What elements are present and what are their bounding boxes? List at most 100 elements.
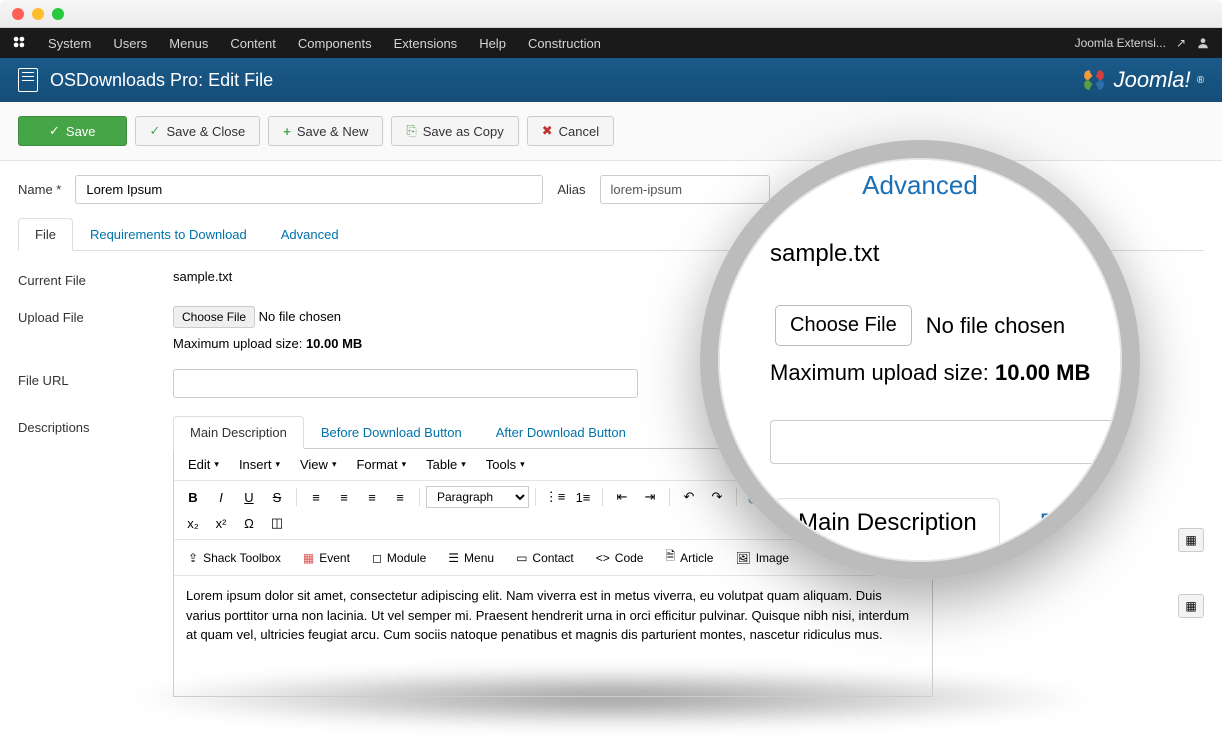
mag-no-file-text: No file chosen xyxy=(926,313,1065,339)
mag-max-upload-value: 10.00 MB xyxy=(995,360,1090,385)
editor-menu-edit[interactable]: Edit▾ xyxy=(180,453,227,476)
article-button[interactable]: 🗎Article xyxy=(657,544,721,571)
upload-file-label: Upload File xyxy=(18,306,173,351)
max-upload-label: Maximum upload size: xyxy=(173,336,306,351)
page-title-bar: OSDownloads Pro: Edit File Joomla!® xyxy=(0,58,1222,102)
tab-file[interactable]: File xyxy=(18,218,73,251)
module-button[interactable]: ◻Module xyxy=(364,544,434,571)
page-title: OSDownloads Pro: Edit File xyxy=(50,70,273,91)
mag-url-input[interactable] xyxy=(770,420,1120,464)
module-icon: ◻ xyxy=(372,551,382,565)
external-link-icon[interactable]: ↗ xyxy=(1176,36,1186,50)
outdent-icon[interactable]: ⇤ xyxy=(609,485,635,509)
menu-menus[interactable]: Menus xyxy=(169,36,208,51)
editor-menu-insert[interactable]: Insert▾ xyxy=(231,453,288,476)
editor-menu-format[interactable]: Format▾ xyxy=(348,453,414,476)
site-name-link[interactable]: Joomla Extensi... xyxy=(1075,36,1166,50)
mag-advanced-tab: Advanced xyxy=(862,170,978,201)
mac-zoom-dot[interactable] xyxy=(52,8,64,20)
save-copy-button[interactable]: ⎘ Save as Copy xyxy=(391,116,518,146)
image-icon: 🖼 xyxy=(735,551,750,565)
name-label: Name * xyxy=(18,182,61,197)
image-button[interactable]: 🖼Image xyxy=(727,544,797,571)
choose-file-button[interactable]: Choose File xyxy=(173,306,255,328)
calendar-icon[interactable]: ▦ xyxy=(1178,528,1204,552)
cancel-button[interactable]: ✖ Cancel xyxy=(527,116,614,146)
align-center-icon[interactable]: ≡ xyxy=(331,485,357,509)
subtab-after-download[interactable]: After Download Button xyxy=(479,416,643,449)
descriptions-label: Descriptions xyxy=(18,416,173,697)
align-justify-icon[interactable]: ≡ xyxy=(387,485,413,509)
alias-input[interactable] xyxy=(600,175,770,204)
readmore-icon[interactable]: ◫ xyxy=(264,511,290,535)
subscript-icon[interactable]: x₂ xyxy=(180,511,206,535)
file-url-label: File URL xyxy=(18,369,173,398)
plus-icon: + xyxy=(283,124,291,139)
mag-sample-filename: sample.txt xyxy=(770,240,879,268)
max-upload-value: 10.00 MB xyxy=(306,336,362,351)
check-icon: ✓ xyxy=(150,123,161,139)
mac-minimize-dot[interactable] xyxy=(32,8,44,20)
current-file-label: Current File xyxy=(18,269,173,288)
tab-requirements[interactable]: Requirements to Download xyxy=(73,218,264,251)
joomla-top-menu: System Users Menus Content Components Ex… xyxy=(0,28,1222,58)
strikethrough-icon[interactable]: S xyxy=(264,485,290,509)
alias-label: Alias xyxy=(557,182,585,197)
paragraph-select[interactable]: Paragraph xyxy=(426,486,529,508)
file-url-input[interactable] xyxy=(173,369,638,398)
contact-icon: ▭ xyxy=(516,551,527,565)
shack-toolbox-button[interactable]: ⇪Shack Toolbox xyxy=(180,544,289,571)
mac-window-chrome xyxy=(0,0,1222,28)
editor-menu-view[interactable]: View▾ xyxy=(292,453,344,476)
user-icon[interactable] xyxy=(1196,36,1210,50)
mag-subtab-main[interactable]: Main Description xyxy=(775,498,1000,547)
event-button[interactable]: ▦Event xyxy=(295,544,358,571)
mag-choose-file-button[interactable]: Choose File xyxy=(775,305,912,346)
check-icon: ✓ xyxy=(49,123,60,139)
align-right-icon[interactable]: ≡ xyxy=(359,485,385,509)
contact-button[interactable]: ▭Contact xyxy=(508,544,582,571)
editor-menu-table[interactable]: Table▾ xyxy=(418,453,474,476)
mac-close-dot[interactable] xyxy=(12,8,24,20)
name-input[interactable] xyxy=(75,175,543,204)
cancel-icon: ✖ xyxy=(542,123,553,139)
bullet-list-icon[interactable]: ⋮≡ xyxy=(542,485,568,509)
indent-icon[interactable]: ⇥ xyxy=(637,485,663,509)
menu-content[interactable]: Content xyxy=(230,36,276,51)
numbered-list-icon[interactable]: 1≡ xyxy=(570,485,596,509)
tab-advanced[interactable]: Advanced xyxy=(264,218,356,251)
editor-content-area[interactable]: Lorem ipsum dolor sit amet, consectetur … xyxy=(174,576,932,696)
save-button[interactable]: ✓ Save xyxy=(18,116,127,146)
menu-extensions[interactable]: Extensions xyxy=(394,36,458,51)
superscript-icon[interactable]: x² xyxy=(208,511,234,535)
menu-icon: ☰ xyxy=(448,551,459,565)
save-new-button[interactable]: + Save & New xyxy=(268,116,383,146)
menu-construction[interactable]: Construction xyxy=(528,36,601,51)
menu-components[interactable]: Components xyxy=(298,36,372,51)
save-close-button[interactable]: ✓ Save & Close xyxy=(135,116,261,146)
mag-subtab-before[interactable]: Before xyxy=(1040,509,1111,537)
menu-help[interactable]: Help xyxy=(479,36,506,51)
redo-icon[interactable]: ↷ xyxy=(704,485,730,509)
code-button[interactable]: <>Code xyxy=(588,544,652,571)
menu-users[interactable]: Users xyxy=(113,36,147,51)
no-file-chosen-text: No file chosen xyxy=(259,309,341,324)
mag-max-upload-label: Maximum upload size: xyxy=(770,360,995,385)
bold-icon[interactable]: B xyxy=(180,485,206,509)
code-icon: <> xyxy=(596,551,610,565)
special-char-icon[interactable]: Ω xyxy=(236,511,262,535)
menu-system[interactable]: System xyxy=(48,36,91,51)
underline-icon[interactable]: U xyxy=(236,485,262,509)
align-left-icon[interactable]: ≡ xyxy=(303,485,329,509)
subtab-main-description[interactable]: Main Description xyxy=(173,416,304,449)
upload-icon: ⇪ xyxy=(188,551,198,565)
undo-icon[interactable]: ↶ xyxy=(676,485,702,509)
editor-menu-tools[interactable]: Tools▾ xyxy=(478,453,533,476)
italic-icon[interactable]: I xyxy=(208,485,234,509)
joomla-home-icon[interactable] xyxy=(12,35,26,52)
subtab-before-download[interactable]: Before Download Button xyxy=(304,416,479,449)
calendar-icon[interactable]: ▦ xyxy=(1178,594,1204,618)
magnifier-overlay: Advanced sample.txt Choose File No file … xyxy=(700,140,1140,580)
joomla-logo: Joomla!® xyxy=(1080,66,1204,94)
menu-button[interactable]: ☰Menu xyxy=(440,544,502,571)
